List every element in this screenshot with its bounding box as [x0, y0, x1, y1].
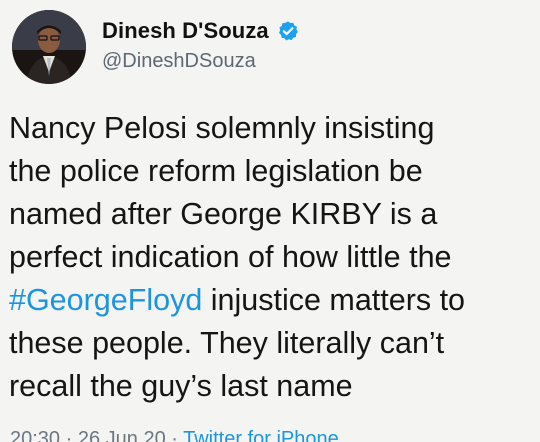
tweet-line: Nancy Pelosi solemnly insisting — [9, 111, 435, 145]
name-row: Dinesh D'Souza — [102, 18, 299, 44]
user-handle[interactable]: @DineshDSouza — [102, 50, 299, 73]
tweet-time[interactable]: 20:30 — [10, 428, 60, 442]
display-name[interactable]: Dinesh D'Souza — [102, 18, 269, 44]
tweet-line-with-hashtag: #GeorgeFloyd injustice matters to — [9, 279, 539, 322]
tweet-header: Dinesh D'Souza @DineshDSouza — [12, 10, 299, 84]
avatar[interactable] — [12, 10, 86, 84]
tweet-line-rest: injustice matters to — [202, 283, 466, 317]
avatar-image — [12, 10, 86, 84]
tweet-line: named after George KIRBY is a — [9, 197, 438, 231]
author-identity: Dinesh D'Souza @DineshDSouza — [102, 18, 299, 73]
tweet-line: perfect indication of how little the — [9, 240, 452, 274]
tweet-source-link[interactable]: Twitter for iPhone — [183, 428, 339, 442]
meta-separator: · — [60, 428, 78, 442]
tweet-line: the police reform legislation be — [9, 154, 423, 188]
tweet-line: recall the guy’s last name — [9, 369, 353, 403]
tweet-date[interactable]: 26 Jun 20 — [78, 428, 166, 442]
tweet-line: these people. They literally can’t — [9, 326, 445, 360]
meta-separator: · — [165, 428, 184, 442]
verified-badge-icon — [277, 20, 299, 42]
tweet-card: Dinesh D'Souza @DineshDSouza Nancy Pelos… — [0, 0, 540, 442]
tweet-metadata: 20:30 · 26 Jun 20 · Twitter for iPhone — [10, 428, 339, 442]
hashtag-link[interactable]: #GeorgeFloyd — [9, 283, 202, 317]
tweet-body: Nancy Pelosi solemnly insisting the poli… — [9, 107, 539, 408]
